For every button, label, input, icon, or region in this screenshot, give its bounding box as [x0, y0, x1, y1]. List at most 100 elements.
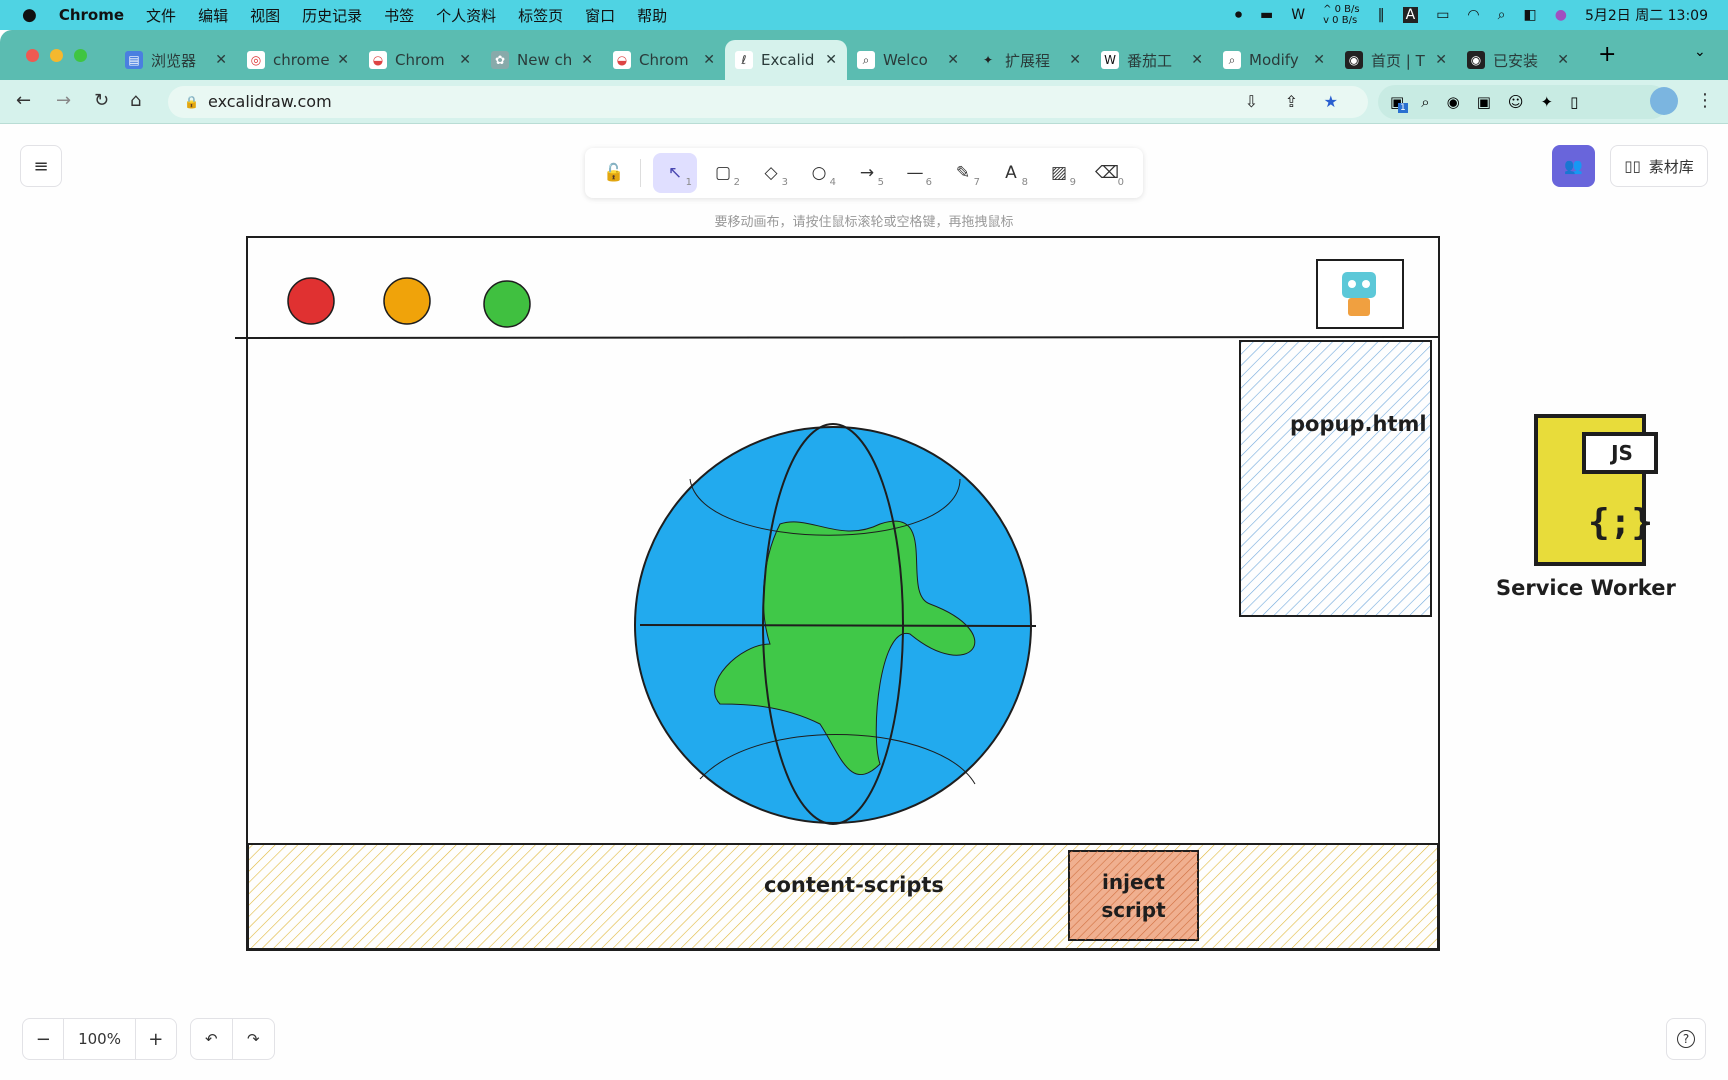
menu-profiles[interactable]: 个人资料 [436, 5, 496, 26]
tab-10[interactable]: ◉ 首页 | T ✕ [1335, 40, 1457, 80]
tab-close-button[interactable]: ✕ [337, 52, 349, 68]
green-light-circle[interactable] [483, 280, 531, 328]
tab-close-button[interactable]: ✕ [581, 52, 593, 68]
lock-tool-button[interactable]: 🔓 [595, 153, 632, 193]
menu-history[interactable]: 历史记录 [302, 5, 362, 26]
robot-extension-icon[interactable]: ☺ [1508, 93, 1524, 111]
eraser-tool-button[interactable]: ⌫ 0 [1085, 153, 1129, 193]
zoom-out-button[interactable]: − [23, 1029, 63, 1050]
tab-9[interactable]: ⌕ Modify ✕ [1213, 40, 1335, 80]
tab-close-button[interactable]: ✕ [215, 52, 227, 68]
pip-extension-icon[interactable]: ▣ [1477, 93, 1491, 111]
red-light-circle[interactable] [287, 277, 335, 325]
profile-avatar[interactable] [1650, 87, 1678, 115]
wifi-icon[interactable]: ◠ [1467, 7, 1479, 23]
line-tool-button[interactable]: —6 [893, 153, 937, 193]
help-button[interactable]: ? [1666, 1018, 1706, 1060]
maximize-window-button[interactable] [74, 49, 87, 62]
menu-view[interactable]: 视图 [250, 5, 280, 26]
tab-5[interactable]: ℓ Excalid ✕ [725, 40, 847, 80]
collaborate-button[interactable]: 👥 [1552, 145, 1595, 187]
tab-7[interactable]: ✦ 扩展程 ✕ [969, 40, 1091, 80]
tab-close-button[interactable]: ✕ [703, 52, 715, 68]
close-window-button[interactable] [26, 49, 39, 62]
tab-close-button[interactable]: ✕ [1313, 52, 1325, 68]
orange-light-circle[interactable] [383, 277, 431, 325]
text-tool-button[interactable]: A8 [989, 153, 1033, 193]
tab-search-button[interactable]: ⌄ [1694, 44, 1706, 60]
tab-close-button[interactable]: ✕ [459, 52, 471, 68]
tab-11[interactable]: ◉ 已安装 ✕ [1457, 40, 1579, 80]
vector-icon[interactable]: W [1291, 7, 1305, 23]
menu-bookmarks[interactable]: 书签 [384, 5, 414, 26]
airpods-icon[interactable]: ‖ [1378, 7, 1385, 23]
tab-close-button[interactable]: ✕ [1435, 52, 1447, 68]
inject-script-label[interactable]: inject script [1069, 868, 1198, 924]
url-field[interactable]: 🔒 excalidraw.com ⇩ ⇪ ★ [168, 86, 1368, 118]
bookmark-star-icon[interactable]: ★ [1324, 86, 1338, 118]
selection-tool-button[interactable]: ↖ 1 [653, 153, 697, 193]
popup-label[interactable]: popup.html [1290, 412, 1427, 436]
forward-button[interactable]: → [56, 90, 71, 111]
menu-window[interactable]: 窗口 [585, 5, 615, 26]
clock[interactable]: 5月2日 周二 13:09 [1585, 5, 1708, 25]
content-scripts-label[interactable]: content-scripts [764, 873, 944, 897]
tab-close-button[interactable]: ✕ [1191, 52, 1203, 68]
js-file-icon[interactable]: {;} [1534, 414, 1658, 566]
tab-0[interactable]: ▤ 浏览器 ✕ [115, 40, 237, 80]
window-icon[interactable]: ▬ [1260, 7, 1273, 23]
new-tab-button[interactable]: + [1598, 42, 1616, 67]
tab-8[interactable]: W 番茄工 ✕ [1091, 40, 1213, 80]
apple-icon[interactable]: ● [22, 5, 37, 25]
reload-button[interactable]: ↻ [94, 90, 109, 111]
main-menu-button[interactable]: ≡ [20, 145, 62, 187]
record-icon[interactable]: ⏺ [1235, 7, 1242, 23]
tab-1[interactable]: ◎ chrome ✕ [237, 40, 359, 80]
robot-image[interactable] [1316, 259, 1404, 329]
library-button[interactable]: ▯▯ 素材库 [1610, 145, 1708, 187]
share-icon[interactable]: ⇪ [1285, 86, 1298, 118]
spotlight-icon[interactable]: ⌕ [1498, 7, 1506, 23]
draw-tool-button[interactable]: ✎ 7 [941, 153, 985, 193]
control-center-icon[interactable]: ◧ [1523, 7, 1536, 23]
redo-button[interactable]: ↷ [233, 1030, 275, 1048]
battery-icon[interactable]: ▭ [1436, 7, 1449, 23]
tab-close-button[interactable]: ✕ [1069, 52, 1081, 68]
back-button[interactable]: ← [16, 90, 31, 111]
menu-app[interactable]: Chrome [59, 6, 124, 24]
input-method-icon[interactable]: A [1402, 7, 1419, 23]
tab-4[interactable]: ◒ Chrom ✕ [603, 40, 725, 80]
diamond-tool-button[interactable]: ◇ 3 [749, 153, 793, 193]
install-icon[interactable]: ⇩ [1245, 86, 1258, 118]
menu-file[interactable]: 文件 [146, 5, 176, 26]
zoom-in-button[interactable]: + [136, 1029, 176, 1050]
app-extension-icon[interactable]: ◉ [1447, 93, 1460, 111]
home-button[interactable]: ⌂ [130, 90, 141, 111]
tab-2[interactable]: ◒ Chrom ✕ [359, 40, 481, 80]
translate-extension-icon[interactable]: ▣ 1 [1390, 93, 1408, 113]
zoom-level[interactable]: 100% [63, 1019, 136, 1059]
drawing-svg[interactable]: {;} [0, 124, 1728, 1080]
minimize-window-button[interactable] [50, 49, 63, 62]
tab-close-button[interactable]: ✕ [1557, 52, 1569, 68]
rectangle-tool-button[interactable]: ▢ 2 [701, 153, 745, 193]
undo-button[interactable]: ↶ [191, 1018, 233, 1060]
menu-edit[interactable]: 编辑 [198, 5, 228, 26]
siri-icon[interactable]: ● [1555, 7, 1567, 23]
tab-3[interactable]: ✿ New ch ✕ [481, 40, 603, 80]
service-worker-label[interactable]: Service Worker [1496, 576, 1676, 600]
tab-close-button[interactable]: ✕ [947, 52, 959, 68]
side-panel-icon[interactable]: ▯ [1570, 93, 1578, 111]
menu-tabs[interactable]: 标签页 [518, 5, 563, 26]
globe-drawing[interactable] [634, 423, 1037, 825]
ellipse-tool-button[interactable]: ○ 4 [797, 153, 841, 193]
chrome-menu-icon[interactable]: ⋮ [1696, 90, 1714, 111]
search-extension-icon[interactable]: ⌕ [1421, 93, 1429, 111]
image-tool-button[interactable]: ▨ 9 [1037, 153, 1081, 193]
tab-close-button[interactable]: ✕ [825, 52, 837, 68]
popup-rect[interactable] [1239, 340, 1432, 617]
extensions-puzzle-icon[interactable]: ✦ [1541, 93, 1554, 111]
tab-6[interactable]: ⌕ Welco ✕ [847, 40, 969, 80]
menu-help[interactable]: 帮助 [637, 5, 667, 26]
excalidraw-canvas[interactable]: {;} popup.html content-scripts inject scr… [0, 124, 1728, 1080]
